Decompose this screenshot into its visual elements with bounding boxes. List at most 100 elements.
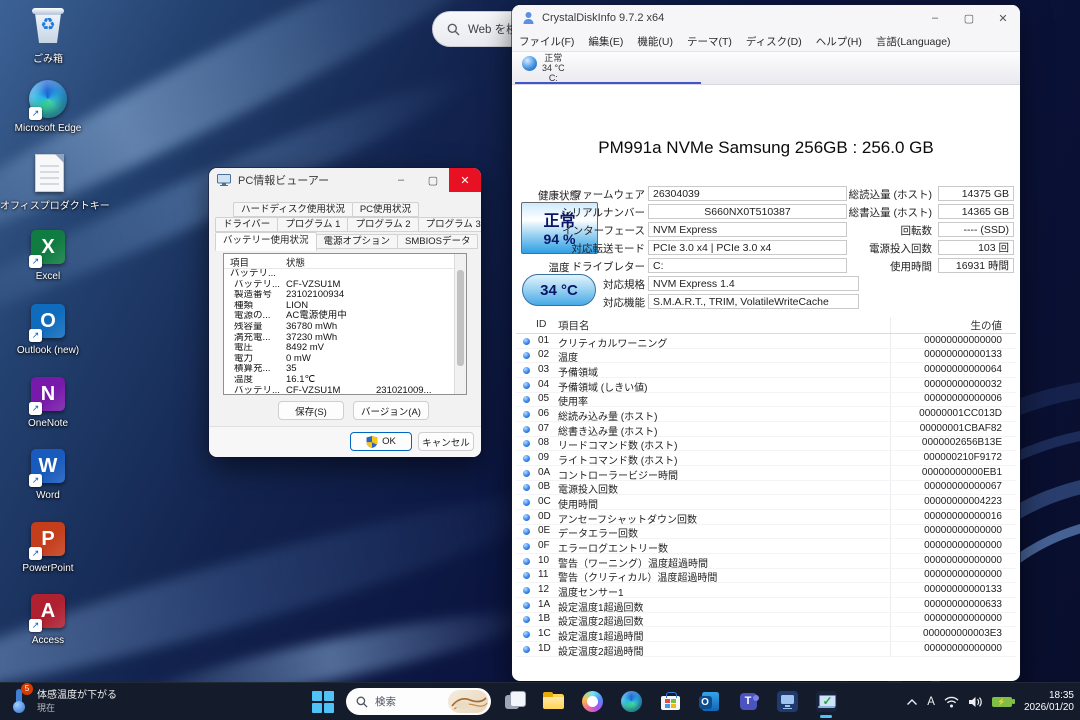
ime-mode-indicator[interactable]: A	[927, 696, 935, 708]
taskbar-app-file-explorer[interactable]	[537, 685, 569, 717]
taskbar-app-pc-checker-app[interactable]: ✓	[810, 685, 842, 717]
battery-list-row[interactable]: 電源の...AC電源使用中	[224, 311, 466, 322]
status-good-dot-icon	[523, 396, 530, 403]
search-highlight-image[interactable]	[448, 690, 488, 713]
battery-list-row[interactable]: バッテリ...CF-VZSU1M231021009...	[224, 386, 466, 397]
smart-row-10[interactable]: 10警告（ワーニング）温度超過時間00000000000000	[516, 554, 1016, 569]
smart-row-08[interactable]: 08リードコマンド数 (ホスト)0000002656B13E	[516, 437, 1016, 452]
menu-item-2[interactable]: 機能(U)	[630, 34, 680, 49]
column-separator	[890, 598, 891, 612]
tab-バッテリー使用状況[interactable]: バッテリー使用状況	[215, 232, 317, 251]
battery-list-row[interactable]: バッテリ...CF-VZSU1M	[224, 280, 466, 291]
start-button[interactable]	[312, 691, 334, 713]
smart-raw-value: 00000000000000	[924, 540, 1002, 551]
pcv-title-bar[interactable]: PC情報ビューアー – ▢ ✕	[209, 168, 481, 192]
cancel-button[interactable]: キャンセル	[418, 432, 474, 451]
desktop-icon-office-product-key[interactable]: オフィスプロダクトキー	[0, 152, 96, 212]
smart-row-03[interactable]: 03予備領域00000000000064	[516, 363, 1016, 378]
battery-list-row[interactable]: 電圧8492 mV	[224, 343, 466, 354]
cdi-close-button[interactable]: ✕	[986, 5, 1020, 31]
pcv-close-button[interactable]: ✕	[449, 168, 481, 192]
smart-row-0F[interactable]: 0Fエラーログエントリー数00000000000000	[516, 539, 1016, 554]
smart-row-06[interactable]: 06総読み込み量 (ホスト)00000001CC013D	[516, 407, 1016, 422]
taskbar-app-pc-monitor-app[interactable]	[771, 685, 803, 717]
field-value: S660NX0T510387	[648, 204, 847, 219]
desktop-icon-excel[interactable]: X↗Excel	[0, 226, 96, 282]
battery-list-row[interactable]: 積算充...35	[224, 364, 466, 375]
column-separator	[890, 349, 891, 363]
menu-item-6[interactable]: 言語(Language)	[869, 34, 958, 49]
smart-row-0D[interactable]: 0Dアンセーフシャットダウン回数00000000000016	[516, 510, 1016, 525]
cdi-title-bar[interactable]: CrystalDiskInfo 9.7.2 x64 – ▢ ✕	[512, 5, 1020, 31]
taskbar-search-box[interactable]: 検索	[346, 688, 491, 715]
ok-button[interactable]: OK	[350, 432, 412, 451]
cdi-maximize-button[interactable]: ▢	[952, 5, 986, 31]
battery-list-row[interactable]: 残容量36780 mWh	[224, 322, 466, 333]
battery-list-scrollbar[interactable]	[454, 254, 466, 394]
smart-row-1A[interactable]: 1A設定温度1超過回数00000000000633	[516, 598, 1016, 613]
save-button[interactable]: 保存(S)	[278, 401, 344, 420]
field-label: 対応転送モード	[520, 241, 645, 256]
menu-item-4[interactable]: ディスク(D)	[739, 34, 809, 49]
drive-tab[interactable]: 正常 34 °C C:	[542, 53, 565, 83]
menu-item-1[interactable]: 編集(E)	[581, 34, 630, 49]
smart-row-09[interactable]: 09ライトコマンド数 (ホスト)000000210F9172	[516, 451, 1016, 466]
desktop-icon-access[interactable]: A↗Access	[0, 590, 96, 646]
smart-row-01[interactable]: 01クリティカルワーニング00000000000000	[516, 334, 1016, 349]
menu-item-3[interactable]: テーマ(T)	[680, 34, 739, 49]
tab-プログラム 1[interactable]: プログラム 1	[277, 217, 348, 232]
smart-row-05[interactable]: 05使用率00000000000006	[516, 393, 1016, 408]
tray-chevron-up-icon[interactable]	[906, 698, 918, 706]
tab-ドライバー[interactable]: ドライバー	[215, 217, 278, 232]
version-button[interactable]: バージョン(A)	[353, 401, 429, 420]
wifi-icon[interactable]	[944, 696, 959, 708]
taskbar-app-teams[interactable]: T	[732, 685, 764, 717]
desktop-icon-word[interactable]: W↗Word	[0, 445, 96, 501]
smart-row-0B[interactable]: 0B電源投入回数00000000000067	[516, 481, 1016, 496]
desktop-icon-microsoft-edge[interactable]: ↗Microsoft Edge	[0, 78, 96, 134]
smart-row-1B[interactable]: 1B設定温度2超過回数00000000000000	[516, 613, 1016, 628]
desktop-icon-powerpoint[interactable]: P↗PowerPoint	[0, 518, 96, 574]
smart-row-1C[interactable]: 1C設定温度1超過時間000000000003E3	[516, 627, 1016, 642]
smart-row-02[interactable]: 02温度00000000000133	[516, 349, 1016, 364]
tab-ハードディスク使用状況[interactable]: ハードディスク使用状況	[233, 202, 353, 217]
battery-list-row[interactable]: バッテリ...	[224, 269, 466, 280]
desktop-icon-outlook-new[interactable]: O↗Outlook (new)	[0, 300, 96, 356]
smart-row-1D[interactable]: 1D設定温度2超過時間00000000000000	[516, 642, 1016, 657]
desktop-icon-recycle-bin[interactable]: ♻ごみ箱	[0, 5, 96, 65]
thermometer-icon: 5	[8, 686, 30, 714]
smart-row-0E[interactable]: 0Eデータエラー回数00000000000000	[516, 525, 1016, 540]
taskbar-app-copilot[interactable]	[576, 685, 608, 717]
taskbar-app-edge[interactable]	[615, 685, 647, 717]
pcv-minimize-button[interactable]: –	[385, 168, 417, 192]
taskbar-app-store[interactable]	[654, 685, 686, 717]
tab-プログラム 2[interactable]: プログラム 2	[347, 217, 418, 232]
battery-list-row[interactable]: 電力0 mW	[224, 354, 466, 365]
tab-SMBIOSデータ[interactable]: SMBIOSデータ	[397, 234, 478, 249]
taskbar-clock[interactable]: 18:35 2026/01/20	[1021, 690, 1074, 714]
cdi-minimize-button[interactable]: –	[918, 5, 952, 31]
tab-プログラム 3[interactable]: プログラム 3	[418, 217, 481, 232]
weather-widget[interactable]: 5 体感温度が下がる 現在	[8, 686, 117, 714]
smart-raw-value: 00000000000000	[924, 569, 1002, 580]
pcv-maximize-button[interactable]: ▢	[417, 168, 449, 192]
smart-row-04[interactable]: 04予備領域 (しきい値)00000000000032	[516, 378, 1016, 393]
volume-icon[interactable]	[968, 696, 983, 708]
battery-charging-icon[interactable]: ⚡	[992, 697, 1012, 707]
smart-row-0A[interactable]: 0Aコントローラービジー時間00000000000EB1	[516, 466, 1016, 481]
scrollbar-thumb[interactable]	[457, 270, 464, 366]
menu-item-5[interactable]: ヘルプ(H)	[809, 34, 869, 49]
taskbar-app-outlook[interactable]: O	[693, 685, 725, 717]
tab-電源オプション[interactable]: 電源オプション	[316, 234, 399, 249]
desktop-icon-onenote[interactable]: N↗OneNote	[0, 373, 96, 429]
battery-list-row[interactable]: 製造番号23102100934	[224, 290, 466, 301]
tab-PC使用状況[interactable]: PC使用状況	[352, 202, 419, 217]
battery-list-row[interactable]: 温度16.1℃	[224, 375, 466, 386]
smart-row-11[interactable]: 11警告（クリティカル）温度超過時間00000000000000	[516, 569, 1016, 584]
menu-item-0[interactable]: ファイル(F)	[512, 34, 581, 49]
smart-row-0C[interactable]: 0C使用時間00000000004223	[516, 495, 1016, 510]
smart-row-07[interactable]: 07総書き込み量 (ホスト)00000001CBAF82	[516, 422, 1016, 437]
smart-row-12[interactable]: 12温度センサー100000000000133	[516, 583, 1016, 598]
battery-list-row[interactable]: 満充電...37230 mWh	[224, 333, 466, 344]
taskbar-app-task-view[interactable]	[498, 685, 530, 717]
